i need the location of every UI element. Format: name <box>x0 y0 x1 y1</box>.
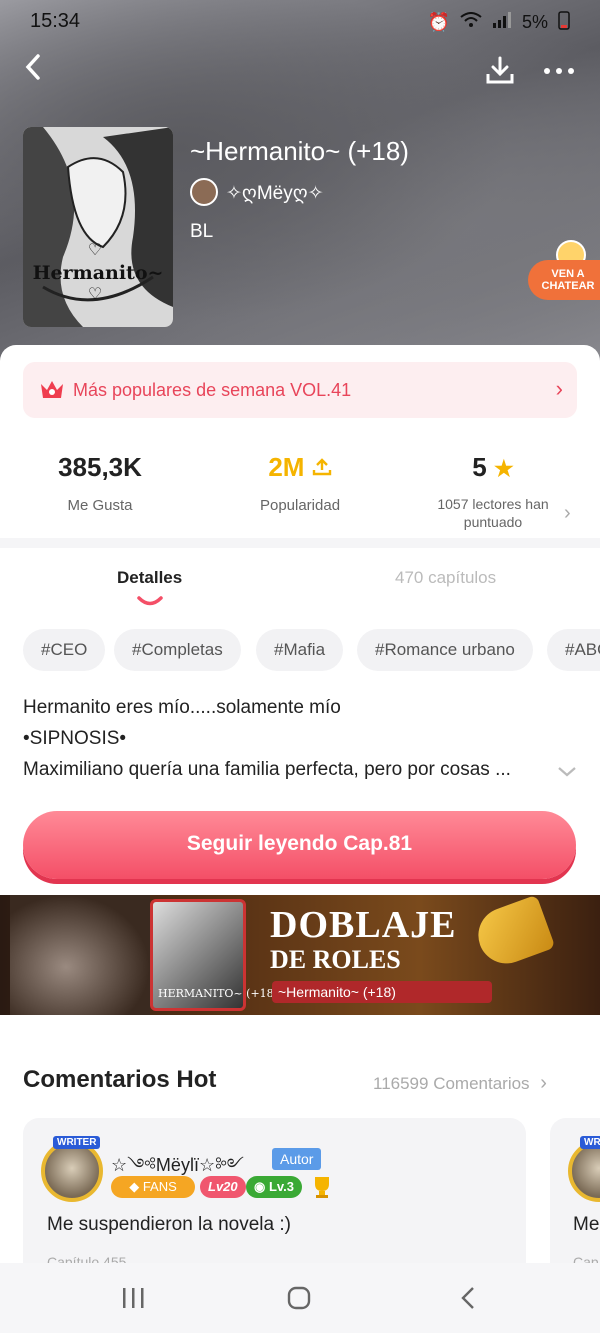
level-badge: Lv20 <box>200 1176 246 1198</box>
rating-label: 1057 lectores han puntuado <box>437 496 549 530</box>
cover-illustration: Hermanito~ ♡ ♡ <box>23 127 173 327</box>
tab-chapters[interactable]: 470 capítulos <box>395 568 496 588</box>
description-line: •SIPNOSIS• <box>23 728 127 749</box>
tag-chip[interactable]: #Completas <box>114 629 241 671</box>
author-name[interactable]: ✧ღMëyღ✧ <box>226 182 324 205</box>
back-icon <box>461 1287 474 1309</box>
rating-chevron-icon: › <box>564 502 571 524</box>
comment-card[interactable]: WRITER Me Cap <box>550 1118 600 1278</box>
battery-icon <box>558 10 570 35</box>
signal-icon <box>492 12 512 33</box>
microphone-icon <box>470 895 556 972</box>
upload-icon <box>312 458 331 476</box>
stat-popularity[interactable]: 2M Popularidad <box>220 452 380 514</box>
battery-level: 5% <box>521 12 548 32</box>
alarm-icon: ⏰ <box>427 12 450 32</box>
popularity-row: 2M <box>220 452 380 483</box>
comment-text: Me suspendieron la novela :) <box>47 1214 291 1235</box>
wifi-icon <box>460 12 482 33</box>
likes-value: 385,3K <box>58 452 142 482</box>
banner-subheadline: DE ROLES <box>270 945 401 974</box>
status-bar: 15:34 ⏰ 5% <box>30 10 590 36</box>
recents-button[interactable] <box>120 1285 146 1316</box>
tag-chip[interactable]: #Mafia <box>256 629 344 671</box>
book-cover[interactable]: Hermanito~ ♡ ♡ <box>23 127 173 327</box>
chevron-right-icon: › <box>555 376 563 401</box>
description-line: Maximiliano quería una familia perfecta,… <box>23 759 511 780</box>
fans-badge: ◆ FANS <box>111 1176 195 1198</box>
home-button[interactable] <box>286 1285 312 1316</box>
banner-headline: DOBLAJE <box>270 904 457 946</box>
system-nav-bar <box>0 1263 600 1333</box>
tab-details[interactable]: Detalles <box>117 568 182 588</box>
home-icon <box>287 1286 311 1310</box>
chat-promo-button[interactable]: VEN A CHATEAR <box>528 240 600 302</box>
tag-chip[interactable]: #CEO <box>23 629 106 671</box>
banner-book-title: HERMANITO~ (+18) <box>158 987 278 1000</box>
writer-tag: WRITER <box>53 1136 101 1149</box>
writer-tag: WRITER <box>580 1136 600 1149</box>
tag-chip[interactable]: #ABO <box>547 629 600 671</box>
banner-novel-title: ~Hermanito~ (+18) <box>272 981 492 1003</box>
more-options-button[interactable] <box>543 64 575 82</box>
ranking-label: Más populares de semana VOL.41 <box>73 380 352 400</box>
star-icon: ★ <box>493 456 514 481</box>
author-badge: Autor <box>272 1148 322 1170</box>
description-line: Hermanito eres mío.....solamente mío <box>23 697 341 718</box>
svg-text:♡: ♡ <box>88 286 102 303</box>
popularity-label: Popularidad <box>259 497 341 514</box>
tab-active-indicator <box>136 594 164 612</box>
crown-icon <box>39 378 65 405</box>
back-button[interactable] <box>22 50 44 93</box>
likes-label: Me Gusta <box>67 497 133 514</box>
voice-acting-banner[interactable]: HERMANITO~ (+18) DOBLAJE DE ROLES ~Herma… <box>0 895 600 1015</box>
more-icon <box>544 68 574 74</box>
banner-figure <box>10 895 150 1015</box>
stat-likes: 385,3K Me Gusta <box>20 452 180 514</box>
comment-text: Me <box>573 1214 600 1235</box>
tag-chip[interactable]: #Romance urbano <box>357 629 533 671</box>
ranking-banner[interactable]: Más populares de semana VOL.41 › <box>23 362 577 418</box>
chat-promo-label: VEN A CHATEAR <box>528 260 600 300</box>
continue-reading-button[interactable]: Seguir leyendo Cap.81 <box>23 811 576 879</box>
recents-icon <box>123 1288 144 1308</box>
comment-card[interactable]: WRITER ☆༺Mëylï☆༻ Autor ◆ FANS Lv20 ◉ Lv.… <box>23 1118 526 1278</box>
comments-title: Comentarios Hot <box>23 1066 217 1093</box>
comments-count[interactable]: 116599 Comentarios › <box>373 1072 547 1095</box>
cover-title: Hermanito~ <box>33 262 164 284</box>
rating-value: 5 <box>472 452 487 482</box>
chevron-left-icon <box>25 54 40 80</box>
chevron-down-icon <box>558 767 576 777</box>
download-icon <box>486 56 514 84</box>
trophy-icon <box>309 1174 335 1205</box>
level2-badge: ◉ Lv.3 <box>246 1176 303 1198</box>
stat-rating[interactable]: 5 ★ 1057 lectores han puntuado <box>418 452 568 531</box>
author-avatar[interactable] <box>190 178 218 206</box>
chevron-right-icon: › <box>540 1072 547 1094</box>
novel-title: ~Hermanito~ (+18) <box>190 136 409 166</box>
status-time: 15:34 <box>30 10 81 32</box>
genre-label[interactable]: BL <box>190 221 213 243</box>
system-back-button[interactable] <box>456 1285 482 1316</box>
download-button[interactable] <box>484 54 516 91</box>
svg-text:♡: ♡ <box>88 242 102 259</box>
section-divider <box>0 538 600 548</box>
expand-description-button[interactable] <box>556 765 578 784</box>
commenter-avatar[interactable] <box>41 1140 103 1202</box>
commenter-avatar[interactable] <box>568 1140 600 1202</box>
rating-row: 5 ★ <box>418 452 568 483</box>
popularity-value: 2M <box>268 452 305 482</box>
